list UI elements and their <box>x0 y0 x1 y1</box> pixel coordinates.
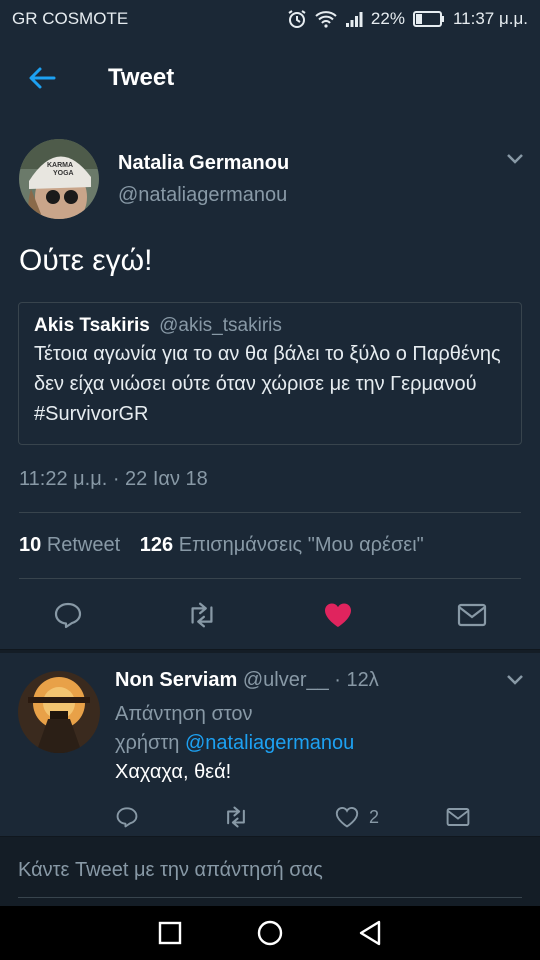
retweet-icon <box>227 806 245 828</box>
tweet-timestamp: 11:22 μ.μ. · 22 Ιαν 18 <box>19 468 208 490</box>
back-nav-button[interactable] <box>355 918 385 948</box>
tweet-actions <box>0 588 540 640</box>
battery-percent: 22% <box>370 9 405 28</box>
chevron-down-icon <box>507 154 523 164</box>
clock: 11:37 μ.μ. <box>452 9 528 28</box>
reply-like-count: 2 <box>369 806 380 827</box>
reply-to-mention-link[interactable]: @nataliagermanou <box>185 732 354 754</box>
system-nav-bar <box>0 906 540 960</box>
quoted-author-name: Akis Tsakiris <box>34 315 150 336</box>
arrow-left-icon <box>29 67 56 89</box>
triangle-back-icon <box>359 920 381 946</box>
back-button[interactable] <box>0 38 84 118</box>
svg-text:YOGA: YOGA <box>53 170 74 177</box>
recent-apps-button[interactable] <box>155 918 185 948</box>
reply-reply-button[interactable] <box>115 803 139 831</box>
reply-icon <box>54 602 82 629</box>
author-handle[interactable]: @nataliagermanou <box>118 184 287 207</box>
reply-author-name[interactable]: Non Serviam <box>115 669 237 691</box>
main-tweet: KARMA YOGA Natalia Germanou @nataliagerm… <box>0 118 540 650</box>
envelope-icon <box>446 808 470 826</box>
like-button[interactable] <box>322 600 354 630</box>
like-count: 126 <box>139 534 174 556</box>
reply-tweet[interactable]: Non Serviam @ulver__ · 12λ Απάντηση στον… <box>0 653 540 836</box>
status-bar: GR COSMOTE 22% 11:37 μ.μ. <box>0 0 540 38</box>
tweet-text: Ούτε εγώ! <box>19 244 153 277</box>
circle-icon <box>257 920 283 946</box>
carrier-label: GR COSMOTE <box>12 9 129 28</box>
divider <box>19 512 521 513</box>
divider <box>19 578 521 579</box>
avatar[interactable]: KARMA YOGA <box>19 139 99 219</box>
avatar[interactable] <box>18 671 100 753</box>
envelope-icon <box>457 603 487 627</box>
quoted-tweet-text: Τέτοια αγωνία για το αν θα βάλει το ξύλο… <box>34 343 501 425</box>
alarm-icon <box>287 9 307 29</box>
quoted-tweet-header: Akis Tsakiris @akis_tsakiris <box>34 315 506 337</box>
like-stat[interactable]: 126 Επισημάνσεις "Μου αρέσει" <box>140 534 424 556</box>
square-icon <box>158 921 182 945</box>
reply-author-handle[interactable]: @ulver__ <box>243 669 329 691</box>
svg-text:KARMA: KARMA <box>47 162 73 169</box>
author-name[interactable]: Natalia Germanou <box>118 152 289 175</box>
quoted-author-handle: @akis_tsakiris <box>159 315 282 336</box>
heart-icon <box>335 807 359 828</box>
status-icons: 22% 11:37 μ.μ. <box>287 9 528 29</box>
home-button[interactable] <box>255 918 285 948</box>
compose-bar: Κάντε Tweet με την απάντησή σας <box>0 836 540 906</box>
more-options-button[interactable] <box>506 152 524 170</box>
retweet-icon <box>191 602 213 628</box>
retweet-label: Retweet <box>46 534 121 556</box>
wifi-icon <box>315 10 337 28</box>
reply-to-label: Απάντηση στον <box>115 703 253 725</box>
compose-underline <box>18 897 522 898</box>
reply-to-user-label: χρήστη <box>115 732 180 754</box>
reply-compose-input[interactable]: Κάντε Tweet με την απάντησή σας <box>18 859 323 882</box>
like-label: Επισημάνσεις "Μου αρέσει" <box>178 534 424 556</box>
heart-filled-icon <box>325 603 351 627</box>
reply-actions: 2 <box>0 803 540 833</box>
signal-icon <box>345 10 363 28</box>
battery-icon <box>412 11 445 27</box>
reply-button[interactable] <box>52 600 84 630</box>
reply-icon <box>116 807 138 828</box>
share-button[interactable] <box>456 600 488 630</box>
reply-time: · 12λ <box>334 669 379 691</box>
page-title: Tweet <box>108 64 175 91</box>
chevron-down-icon <box>507 675 523 685</box>
retweet-count: 10 <box>19 534 42 556</box>
reply-more-options-button[interactable] <box>506 673 524 691</box>
reply-text: Χαχαχα, θεά! <box>115 761 232 783</box>
app-bar: Tweet <box>0 38 540 118</box>
quoted-tweet[interactable]: Akis Tsakiris @akis_tsakiris Τέτοια αγων… <box>18 302 522 445</box>
reply-retweet-button[interactable] <box>222 803 250 831</box>
reply-share-button[interactable] <box>446 803 470 831</box>
tweet-stats: 10 Retweet 126 Επισημάνσεις "Μου αρέσει" <box>19 534 424 557</box>
reply-to-line: χρήστη @nataliagermanou <box>115 732 354 755</box>
retweet-stat[interactable]: 10 Retweet <box>19 534 120 556</box>
reply-header: Non Serviam @ulver__ · 12λ <box>115 669 379 692</box>
retweet-button[interactable] <box>186 600 218 630</box>
reply-like-button[interactable]: 2 <box>335 803 379 831</box>
